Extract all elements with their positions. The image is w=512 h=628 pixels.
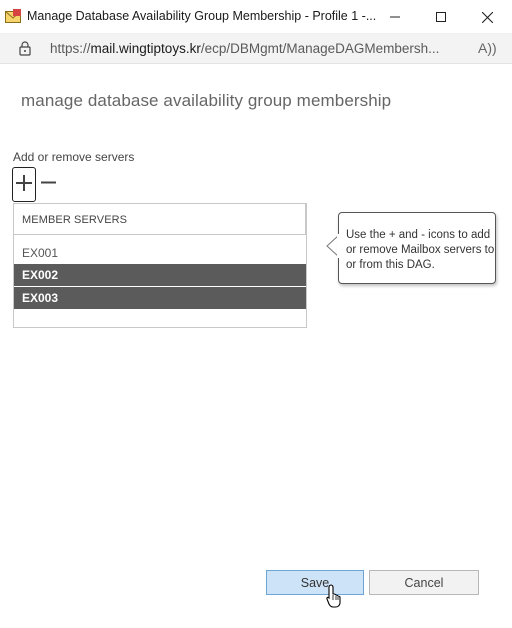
help-tooltip: Use the + and - icons to add or remove M… <box>338 212 496 284</box>
column-divider <box>305 204 306 235</box>
url-host: mail.wingtiptoys.kr <box>90 41 201 56</box>
minimize-icon <box>390 16 400 18</box>
table-row-selected[interactable]: EX002 <box>14 264 306 286</box>
envelope-icon <box>5 9 21 23</box>
minus-icon <box>41 181 56 184</box>
maximize-icon <box>436 12 446 22</box>
close-button[interactable] <box>464 0 510 34</box>
server-name: EX003 <box>22 291 59 305</box>
plus-icon <box>16 175 32 191</box>
member-servers-table: MEMBER SERVERS EX001 EX002 EX003 <box>13 203 307 328</box>
maximize-button[interactable] <box>418 0 464 34</box>
tooltip-text: Use the + and - icons to add or remove M… <box>346 229 495 271</box>
hand-cursor-icon <box>326 584 341 608</box>
minimize-button[interactable] <box>372 0 418 34</box>
server-name: EX001 <box>22 246 59 260</box>
window-title: Manage Database Availability Group Membe… <box>27 9 377 23</box>
tooltip-arrow-mask <box>337 234 341 258</box>
address-bar[interactable]: https://mail.wingtiptoys.kr/ecp/DBMgmt/M… <box>0 34 512 64</box>
save-button[interactable]: Save <box>266 570 364 595</box>
table-header[interactable]: MEMBER SERVERS <box>14 204 306 235</box>
cancel-button[interactable]: Cancel <box>369 570 479 595</box>
url-text[interactable]: https://mail.wingtiptoys.kr/ecp/DBMgmt/M… <box>50 41 439 56</box>
server-name: EX002 <box>22 268 59 282</box>
close-icon <box>481 11 493 23</box>
section-label: Add or remove servers <box>13 150 135 164</box>
page-title: manage database availability group membe… <box>21 91 392 110</box>
table-row[interactable]: EX001 <box>14 242 306 264</box>
column-header-member-servers: MEMBER SERVERS <box>22 214 128 226</box>
read-aloud-icon[interactable]: A)) <box>478 40 497 56</box>
lock-icon[interactable] <box>19 41 31 56</box>
table-row-selected[interactable]: EX003 <box>14 287 306 309</box>
add-server-button[interactable] <box>12 167 36 202</box>
url-prefix: https:// <box>50 41 91 56</box>
window-titlebar: Manage Database Availability Group Membe… <box>0 0 512 34</box>
url-path: /ecp/DBMgmt/ManageDAGMembersh... <box>200 41 440 56</box>
remove-server-button[interactable] <box>39 172 59 194</box>
